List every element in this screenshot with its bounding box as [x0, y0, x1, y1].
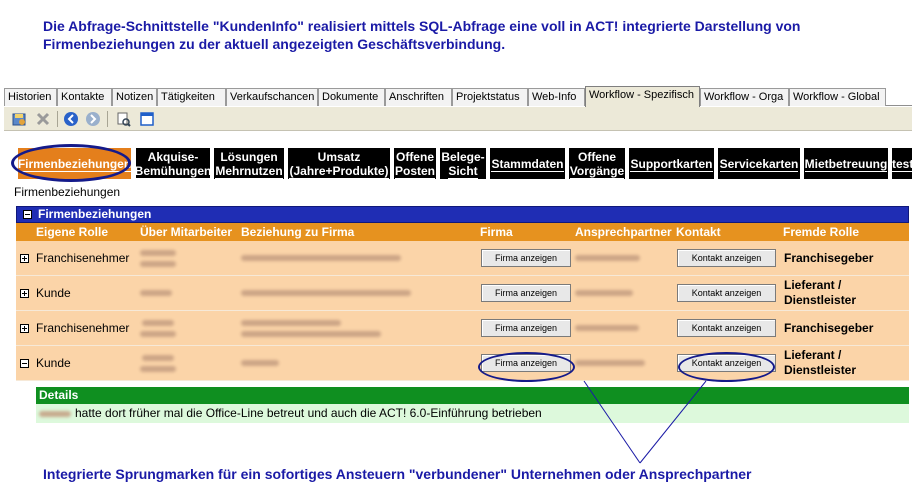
- pointer-lines: [583, 380, 707, 464]
- annotation-bottom: Integrierte Sprungmarken für ein soforti…: [43, 466, 752, 482]
